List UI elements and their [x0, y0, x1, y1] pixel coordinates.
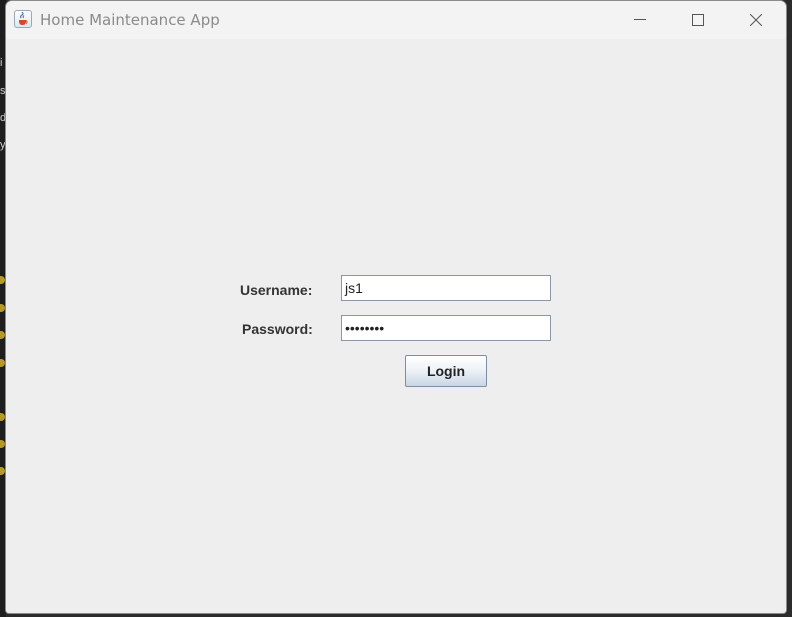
password-label: Password: — [242, 321, 313, 337]
username-label: Username: — [240, 282, 313, 298]
maximize-icon — [692, 14, 704, 26]
java-cup-icon[interactable] — [14, 10, 32, 28]
login-panel: Username: js1 Password: •••••••• Login — [6, 39, 786, 613]
minimize-button[interactable] — [611, 1, 669, 39]
username-field[interactable]: js1 — [341, 275, 551, 301]
title-bar[interactable]: Home Maintenance App — [6, 1, 786, 39]
maximize-button[interactable] — [669, 1, 727, 39]
app-window: Home Maintenance App Username: js1 Passw… — [5, 0, 787, 614]
password-field[interactable]: •••••••• — [341, 315, 551, 341]
window-title: Home Maintenance App — [40, 11, 220, 29]
close-icon — [750, 14, 762, 26]
close-button[interactable] — [727, 1, 785, 39]
login-button[interactable]: Login — [405, 355, 487, 387]
minimize-icon — [634, 19, 646, 20]
